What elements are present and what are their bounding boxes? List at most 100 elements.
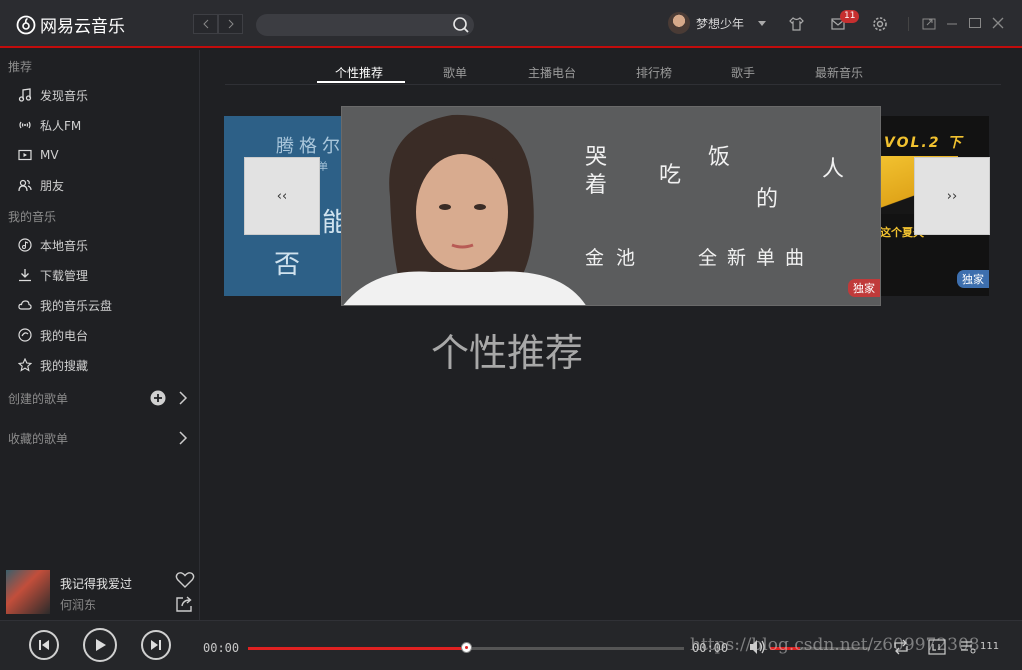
add-playlist-icon[interactable] [150, 390, 166, 406]
tab-personal-recommend[interactable]: 个性推荐 [335, 64, 383, 81]
app-name: 网易云音乐 [40, 17, 125, 37]
music-note-icon [18, 88, 32, 102]
created-playlists-label: 创建的歌单 [8, 391, 69, 406]
forward-button[interactable] [218, 14, 243, 34]
gear-icon[interactable] [872, 16, 888, 32]
sidebar-item-local-music[interactable]: 本地音乐 [18, 234, 88, 256]
back-button[interactable] [193, 14, 218, 34]
sidebar-item-cloud[interactable]: 我的音乐云盘 [18, 294, 112, 316]
tab-charts[interactable]: 排行榜 [636, 64, 672, 81]
banner-center[interactable]: 哭 着 吃 饭 的 人 金池 全新单曲 独家 [341, 106, 881, 306]
friends-icon [18, 179, 32, 192]
share-icon[interactable] [175, 595, 195, 613]
collected-playlists-header[interactable]: 收藏的歌单 [8, 427, 188, 449]
album-cover[interactable] [6, 570, 50, 614]
progress-fill [248, 647, 466, 650]
next-icon [151, 640, 161, 650]
tab-bar: 个性推荐 歌单 主播电台 排行榜 歌手 最新音乐 [225, 62, 1001, 85]
playlist-count: 111 [980, 641, 1000, 652]
maximize-icon[interactable] [968, 16, 982, 30]
sidebar-item-collection[interactable]: 我的搜藏 [18, 354, 88, 376]
sidebar-item-label: 私人FM [40, 118, 82, 133]
sidebar-item-friends[interactable]: 朋友 [18, 174, 64, 196]
previous-track-button[interactable] [29, 630, 59, 660]
clothes-skin-icon[interactable] [788, 16, 805, 32]
user-menu[interactable]: 梦想少年 [668, 12, 767, 34]
title-bar: 网易云音乐 梦想少年 11 [0, 0, 1022, 48]
download-icon [19, 269, 31, 282]
mini-mode-icon[interactable] [922, 16, 936, 30]
sidebar-item-fm[interactable]: 私人FM [18, 114, 81, 136]
now-playing-panel[interactable]: 我记得我爱过 何润东 [0, 568, 200, 620]
banner-right-text-top: VOL.2 下 [884, 135, 964, 151]
player-bar: 00:00 00:00 111 https://blog.csdn.net/z6… [0, 620, 1022, 670]
progress-bar[interactable] [248, 642, 684, 653]
tab-singers[interactable]: 歌手 [731, 64, 755, 81]
sidebar-item-label: 朋友 [40, 178, 65, 193]
search-input[interactable] [256, 14, 474, 36]
progress-handle[interactable] [461, 642, 472, 653]
play-icon [96, 639, 106, 651]
app-logo[interactable]: 网易云音乐 [16, 12, 125, 37]
sidebar-item-my-radio[interactable]: 我的电台 [18, 324, 88, 346]
sidebar-item-discover[interactable]: 发现音乐 [18, 84, 88, 106]
play-button[interactable] [83, 628, 117, 662]
heart-icon[interactable] [175, 571, 195, 589]
banner-prev-button[interactable]: ‹‹ [244, 157, 320, 235]
chevron-right-icon [228, 19, 234, 29]
group-title-my-music: 我的音乐 [8, 210, 57, 224]
banner-left-text-top: 腾格尔 [276, 136, 345, 157]
sidebar-item-downloads[interactable]: 下载管理 [18, 264, 88, 286]
sidebar-item-label: 我的搜藏 [40, 358, 89, 373]
star-icon [18, 358, 32, 372]
caret-down-icon[interactable] [758, 20, 767, 26]
sidebar: 推荐 发现音乐 私人FM MV 朋友 我的音乐 本地音乐 下载管理 我的音乐云盘… [0, 50, 200, 620]
group-title-recommend: 推荐 [8, 60, 33, 74]
chevron-right-icon[interactable] [178, 431, 188, 445]
now-playing-artist[interactable]: 何润东 [60, 596, 96, 613]
sidebar-item-label: 我的音乐云盘 [40, 298, 113, 313]
section-heading: 个性推荐 [431, 331, 584, 375]
user-avatar[interactable] [668, 12, 690, 34]
prev-label: ‹‹ [276, 188, 288, 204]
next-label: ›› [946, 188, 958, 204]
sidebar-item-label: 下载管理 [40, 268, 89, 283]
previous-icon [39, 640, 49, 650]
tab-new-music[interactable]: 最新音乐 [815, 64, 863, 81]
banner-next-button[interactable]: ›› [914, 157, 990, 235]
banner-subtitle-left: 金池 [585, 247, 648, 269]
banner-char-6: 人 [822, 157, 845, 182]
sidebar-item-label: 本地音乐 [40, 238, 89, 253]
search-icon[interactable] [452, 16, 470, 34]
sidebar-item-mv[interactable]: MV [18, 144, 59, 166]
message-badge: 11 [840, 10, 860, 23]
my-radio-icon [18, 328, 32, 342]
artist-portrait [343, 114, 586, 305]
username[interactable]: 梦想少年 [696, 15, 744, 32]
banner-left-text-bottom: 否 [274, 250, 301, 280]
banner-char-5: 的 [756, 187, 779, 212]
next-track-button[interactable] [141, 630, 171, 660]
watermark: https://blog.csdn.net/z609972308 [690, 635, 980, 655]
chevron-left-icon [202, 19, 208, 29]
tab-anchor-radio[interactable]: 主播电台 [528, 64, 576, 81]
netease-logo-icon [16, 15, 36, 34]
tab-playlists[interactable]: 歌单 [443, 64, 467, 81]
exclusive-tag: 独家 [957, 270, 989, 288]
now-playing-title[interactable]: 我记得我爱过 [60, 575, 132, 592]
divider [908, 17, 909, 31]
banner-subtitle-right: 全新单曲 [698, 247, 815, 269]
local-music-icon [18, 238, 32, 252]
sidebar-item-label: 我的电台 [40, 328, 89, 343]
chevron-right-icon[interactable] [178, 391, 188, 405]
video-icon [18, 149, 32, 161]
radio-wave-icon [19, 121, 31, 129]
banner-char-4: 饭 [708, 145, 731, 170]
minimize-icon[interactable] [946, 16, 958, 30]
cloud-icon [18, 300, 32, 310]
sidebar-item-label: MV [40, 148, 59, 162]
active-tab-indicator [317, 81, 405, 83]
collected-playlists-label: 收藏的歌单 [8, 431, 69, 446]
created-playlists-header[interactable]: 创建的歌单 [8, 387, 188, 409]
close-icon[interactable] [991, 16, 1005, 30]
